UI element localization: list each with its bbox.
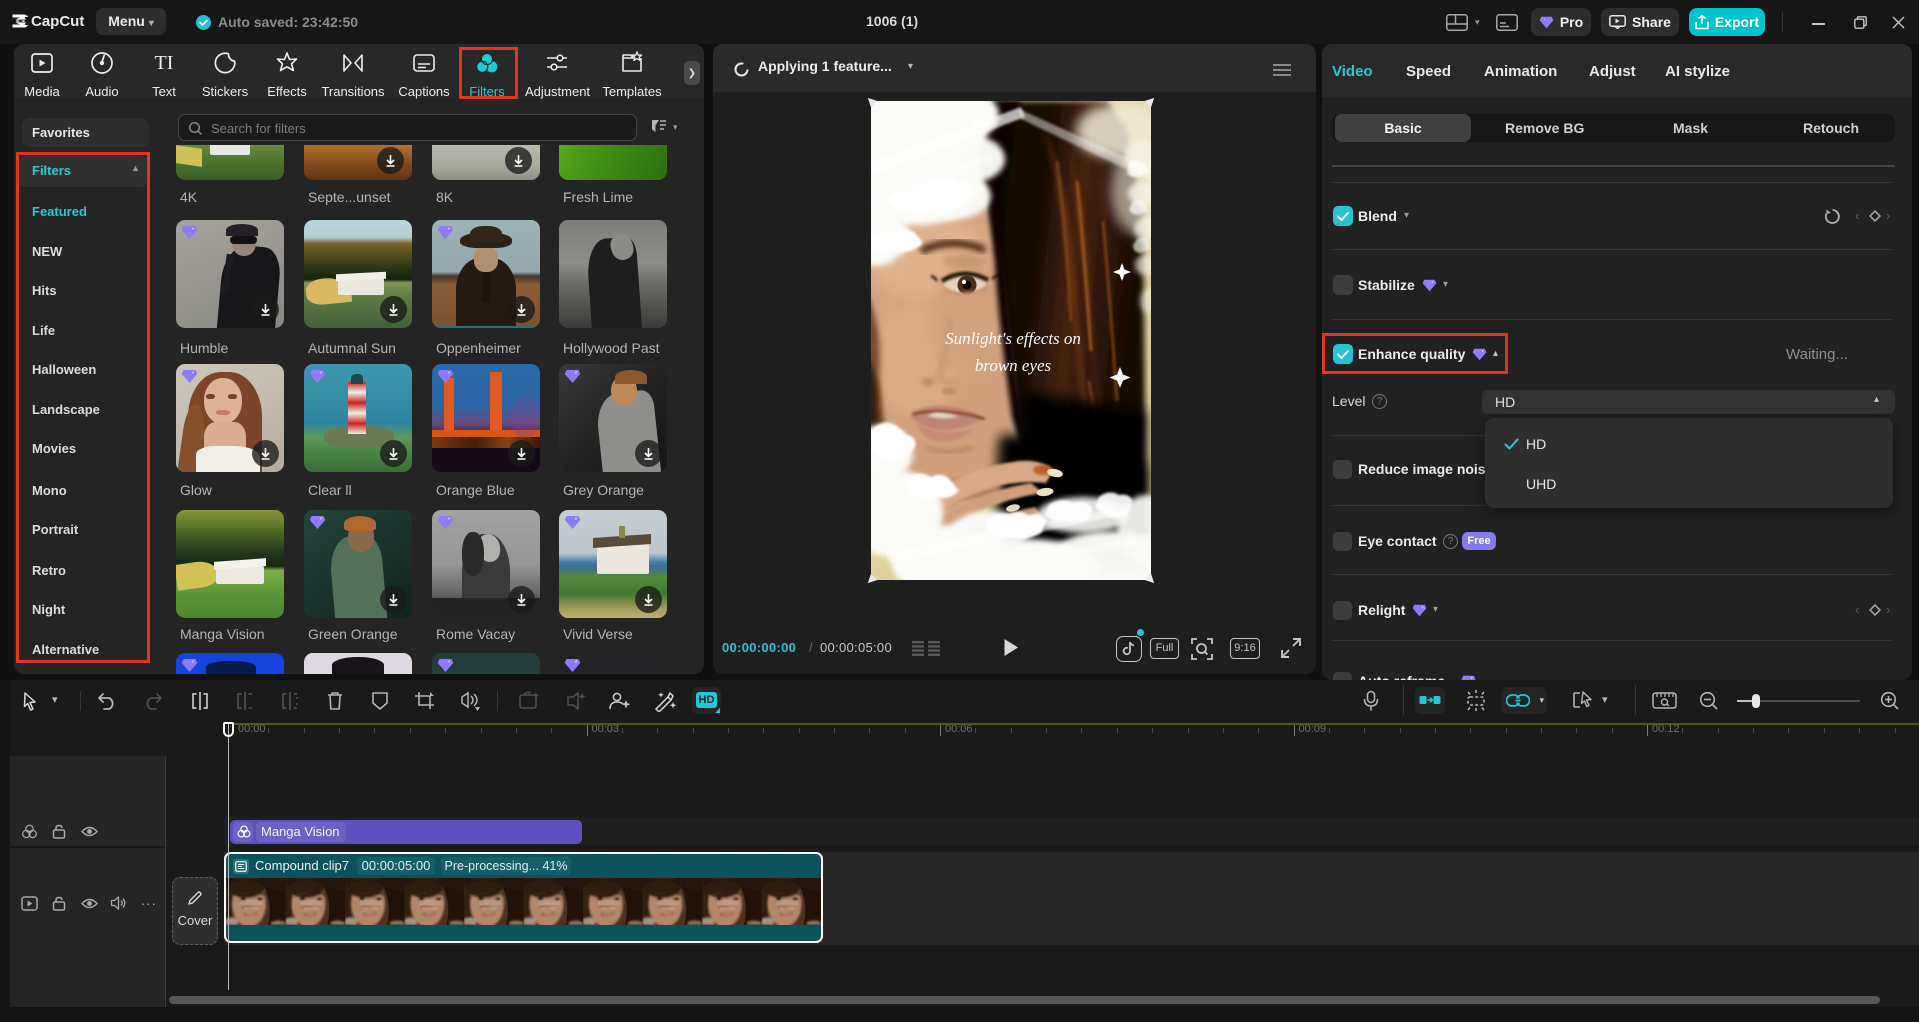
svg-text:brown eyes: brown eyes (975, 356, 1052, 375)
svg-text:Sunlight's effects on: Sunlight's effects on (945, 329, 1081, 348)
svg-text:TI: TI (155, 52, 174, 74)
